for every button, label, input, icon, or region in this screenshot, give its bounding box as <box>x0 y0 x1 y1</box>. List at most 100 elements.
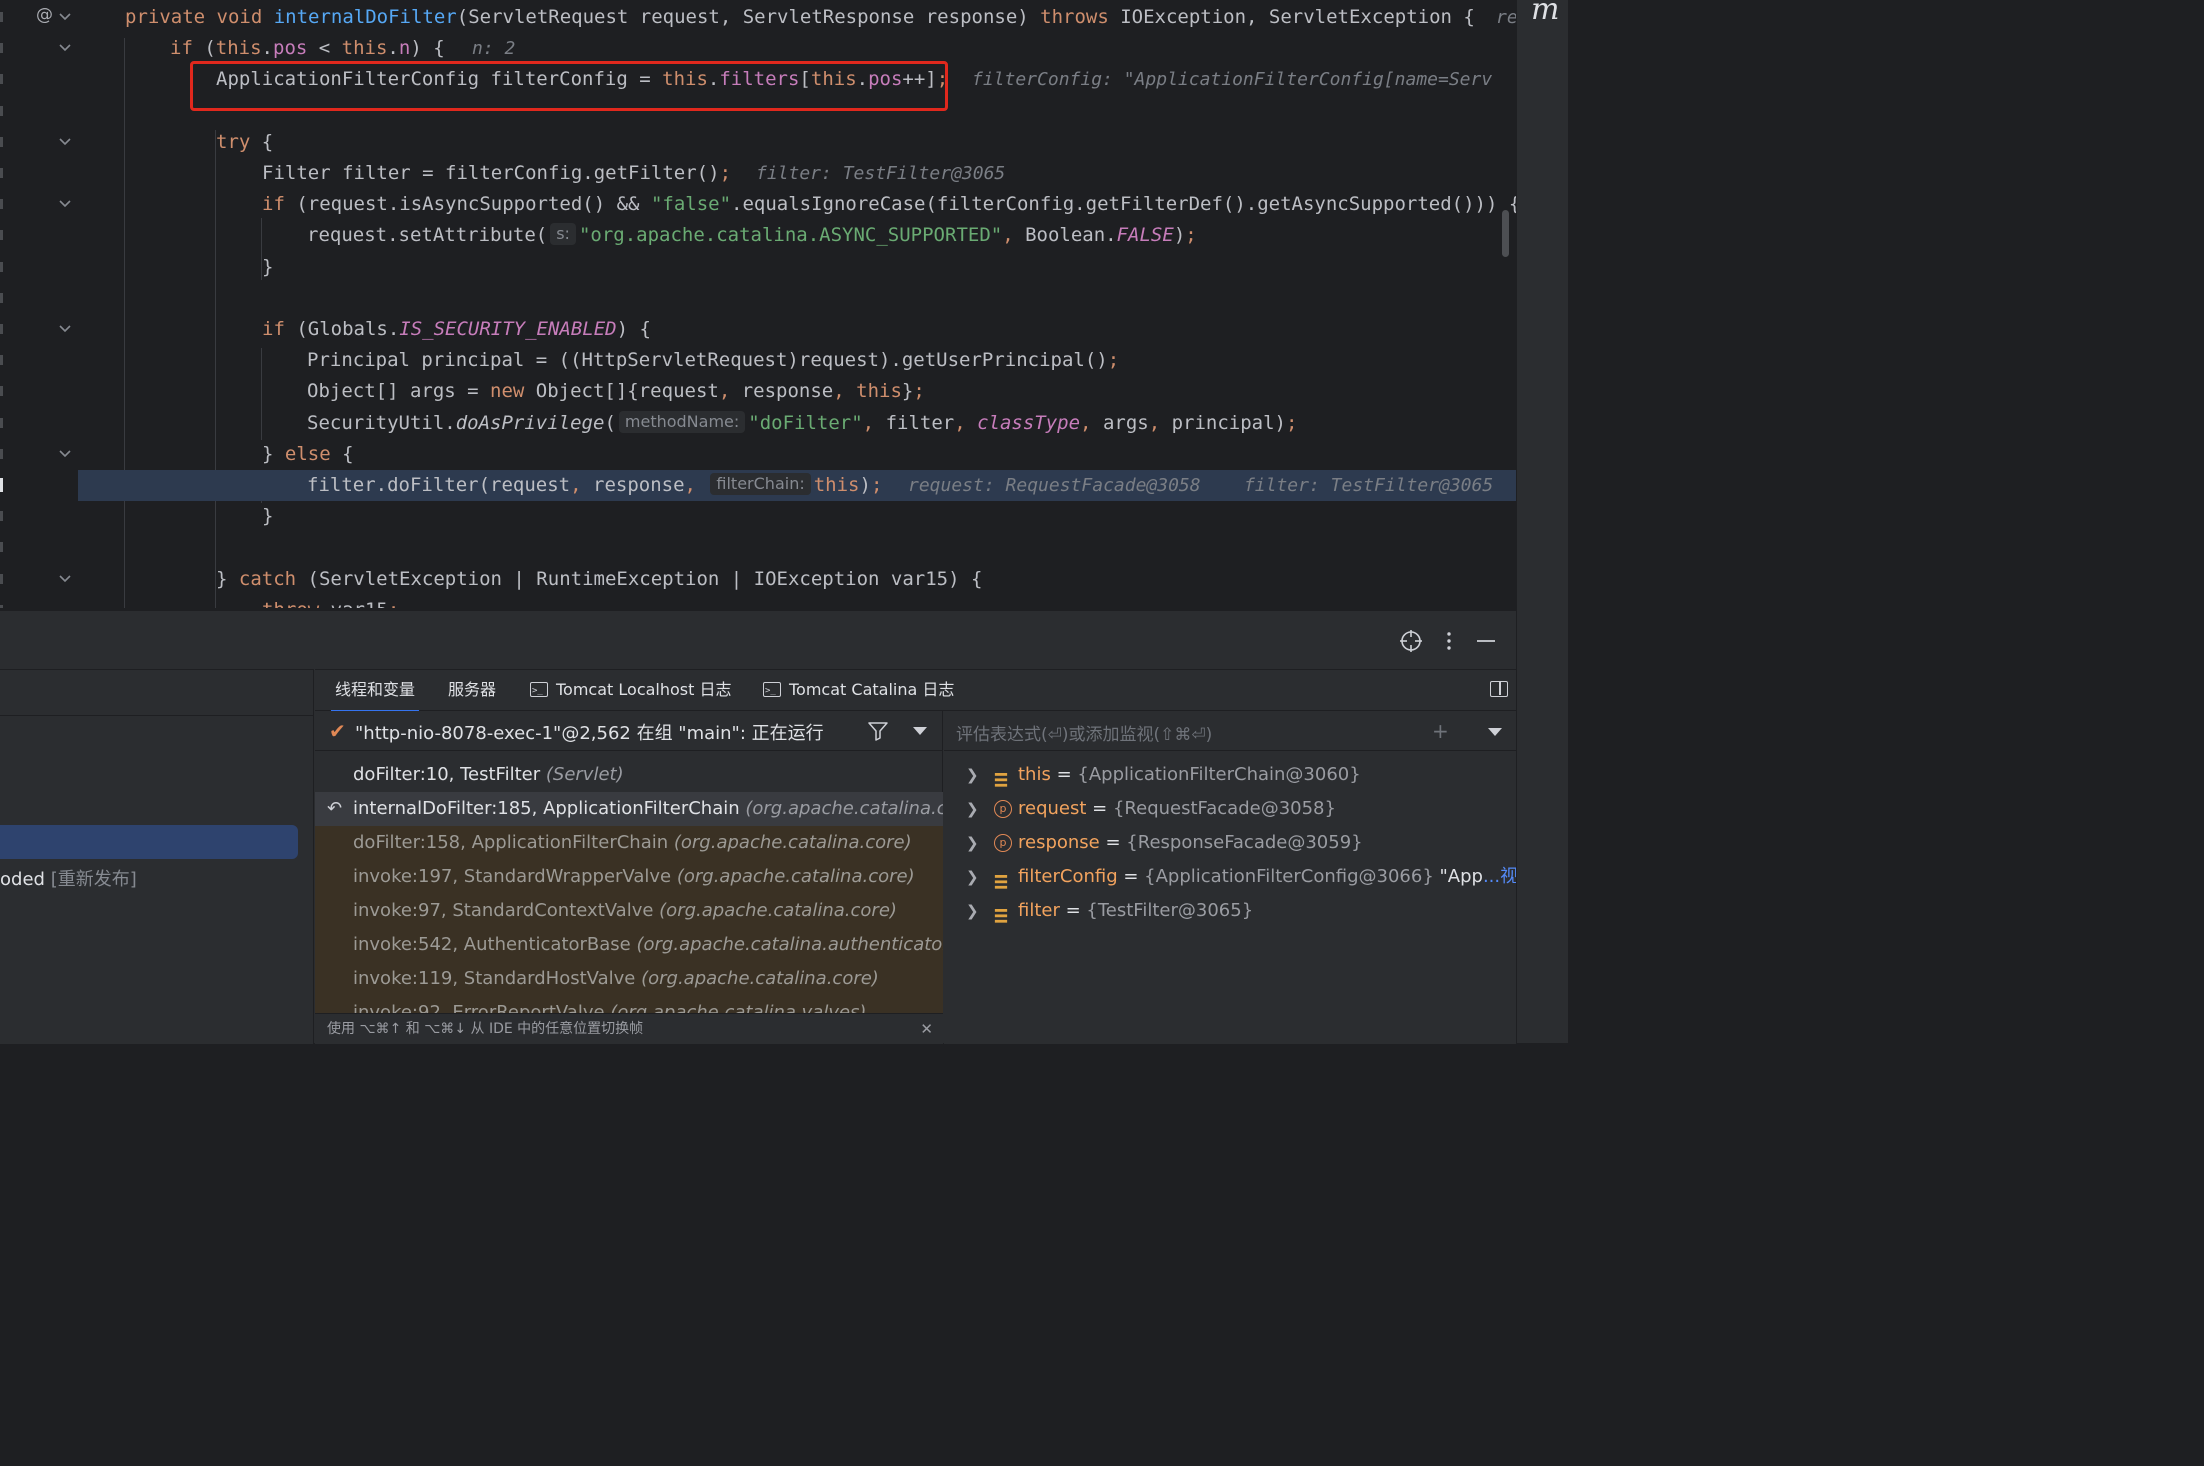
crosshair-icon[interactable] <box>1399 629 1423 653</box>
chevron-down-icon[interactable] <box>913 727 927 735</box>
gutter-row[interactable]: @ <box>0 2 78 33</box>
stack-frame[interactable]: invoke:197, StandardWrapperValve (org.ap… <box>315 860 943 894</box>
code-line[interactable]: if (request.isAsyncSupported() && "false… <box>78 189 1516 220</box>
filter-icon[interactable] <box>867 721 889 741</box>
thread-selector[interactable]: ✔ "http-nio-8078-exec-1"@2,562 在组 "main"… <box>315 711 943 751</box>
stack-frame[interactable]: doFilter:158, ApplicationFilterChain (or… <box>315 826 943 860</box>
code-token: ) <box>1173 224 1186 247</box>
view-link[interactable]: ...视图 <box>1483 866 1516 887</box>
code-line[interactable] <box>78 283 1516 314</box>
fold-chevron-icon[interactable] <box>58 197 72 211</box>
fold-chevron-icon[interactable] <box>58 135 72 149</box>
variable-row[interactable]: ❯ p request = {RequestFacade@3058} <box>944 792 1516 826</box>
deployment-item[interactable]: oded [重新发布] <box>0 865 137 891</box>
gutter-row[interactable] <box>0 532 78 563</box>
code-token: , <box>570 474 593 496</box>
gutter-row[interactable] <box>0 189 78 220</box>
expand-chevron-icon[interactable]: ❯ <box>966 758 979 792</box>
gutter-row[interactable] <box>0 408 78 439</box>
execution-line[interactable]: filter.doFilter(request, response, filte… <box>78 470 1516 501</box>
code-line[interactable] <box>78 532 1516 563</box>
fold-chevron-icon[interactable] <box>58 322 72 336</box>
gutter-row[interactable] <box>0 33 78 64</box>
fold-chevron-icon[interactable] <box>58 572 72 586</box>
more-options-icon[interactable] <box>1437 629 1461 653</box>
equals-sign: = <box>1059 900 1087 921</box>
editor-scrollbar[interactable] <box>1502 210 1509 257</box>
gutter-row[interactable] <box>0 470 78 501</box>
chevron-down-icon[interactable] <box>1488 728 1502 736</box>
gutter-row[interactable] <box>0 158 78 189</box>
code-line[interactable]: Principal principal = ((HttpServletReque… <box>78 345 1516 376</box>
minimize-icon[interactable] <box>1474 629 1498 653</box>
gutter-row[interactable] <box>0 314 78 345</box>
stack-frame[interactable]: ↶ internalDoFilter:185, ApplicationFilter… <box>315 792 943 826</box>
code-token: Object[] args = <box>307 380 491 403</box>
line-marker <box>0 12 3 22</box>
tab-threads-variables[interactable]: 线程和变量 <box>331 670 420 712</box>
code-text: if (this.pos < this.n) { <box>170 33 445 64</box>
expand-chevron-icon[interactable]: ❯ <box>966 894 979 928</box>
gutter-row[interactable] <box>0 564 78 595</box>
gutter-row[interactable] <box>0 220 78 251</box>
fold-chevron-icon[interactable] <box>58 41 72 55</box>
evaluate-expression-input[interactable]: 评估表达式(⏎)或添加监视(⇧⌘⏎) + <box>944 711 1516 751</box>
fold-chevron-icon[interactable] <box>58 447 72 461</box>
code-line[interactable]: } catch (ServletException | RuntimeExcep… <box>78 564 1516 595</box>
expand-chevron-icon[interactable]: ❯ <box>966 860 979 894</box>
deployment-name: oded <box>0 869 45 890</box>
parameter-hint: filterChain: <box>710 473 811 495</box>
gutter-row[interactable] <box>0 345 78 376</box>
code-line[interactable]: throw var15; <box>78 595 1516 608</box>
stack-frame[interactable]: doFilter:10, TestFilter (Servlet) <box>315 758 943 792</box>
gutter-row[interactable] <box>0 283 78 314</box>
code-line[interactable]: } <box>78 252 1516 283</box>
gutter-row[interactable] <box>0 64 78 95</box>
editor-gutter[interactable]: @ <box>0 0 78 608</box>
tab-localhost-log[interactable]: Tomcat Localhost 日志 <box>530 670 732 712</box>
code-line[interactable]: Filter filter = filterConfig.getFilter()… <box>78 158 1516 189</box>
code-line[interactable]: } else { <box>78 439 1516 470</box>
code-line[interactable]: } <box>78 501 1516 532</box>
code-line[interactable]: SecurityUtil.doAsPrivilege(methodName: "d… <box>78 408 1516 439</box>
tab-server[interactable]: 服务器 <box>448 670 496 712</box>
code-text: private void internalDoFilter(ServletReq… <box>125 2 1475 33</box>
stack-frame[interactable]: invoke:119, StandardHostValve (org.apach… <box>315 962 943 996</box>
code-line[interactable]: Object[] args = new Object[]{request, re… <box>78 376 1516 407</box>
line-marker <box>0 604 3 608</box>
code-line[interactable]: try { <box>78 127 1516 158</box>
gutter-row[interactable] <box>0 439 78 470</box>
expand-chevron-icon[interactable]: ❯ <box>966 792 979 826</box>
stack-frame[interactable]: invoke:542, AuthenticatorBase (org.apach… <box>315 928 943 962</box>
code-token: (Globals. <box>296 318 400 340</box>
variable-row[interactable]: ❯ p response = {ResponseFacade@3059} <box>944 826 1516 860</box>
gutter-row[interactable] <box>0 595 78 608</box>
gutter-row[interactable] <box>0 96 78 127</box>
variable-row[interactable]: ❯ filterConfig = {ApplicationFilterConfig… <box>944 860 1516 894</box>
services-tree-selected-row[interactable] <box>0 825 298 859</box>
variable-row[interactable]: ❯ this = {ApplicationFilterChain@3060} <box>944 758 1516 792</box>
override-annotation-icon[interactable]: @ <box>36 5 53 25</box>
gutter-row[interactable] <box>0 127 78 158</box>
code-line[interactable]: request.setAttribute(s: "org.apache.catal… <box>78 220 1516 251</box>
layout-icon[interactable] <box>1490 681 1508 697</box>
code-line[interactable]: private void internalDoFilter(ServletReq… <box>78 2 1516 33</box>
gutter-row[interactable] <box>0 376 78 407</box>
expand-chevron-icon[interactable]: ❯ <box>966 826 979 860</box>
code-editor[interactable]: @ private void internalDoFilter(ServletR… <box>0 0 1516 608</box>
gutter-row[interactable] <box>0 501 78 532</box>
redeploy-label[interactable]: [重新发布] <box>51 869 137 890</box>
code-token: } <box>262 442 285 465</box>
line-marker <box>0 448 3 459</box>
close-icon[interactable]: ✕ <box>920 1014 933 1045</box>
add-watch-icon[interactable]: + <box>1432 719 1449 743</box>
gutter-row[interactable] <box>0 252 78 283</box>
code-line[interactable]: if (Globals.IS_SECURITY_ENABLED) { <box>78 314 1516 345</box>
code-line[interactable]: if (this.pos < this.n) {n: 2 <box>78 33 1516 64</box>
stack-frame[interactable]: invoke:97, StandardContextValve (org.apa… <box>315 894 943 928</box>
variable-row[interactable]: ❯ filter = {TestFilter@3065} <box>944 894 1516 928</box>
variable-entry: filter = {TestFilter@3065} <box>1018 894 1253 928</box>
ai-assistant-icon[interactable]: m <box>1531 0 1559 27</box>
fold-chevron-icon[interactable] <box>58 10 72 24</box>
tab-catalina-log[interactable]: Tomcat Catalina 日志 <box>763 670 954 712</box>
